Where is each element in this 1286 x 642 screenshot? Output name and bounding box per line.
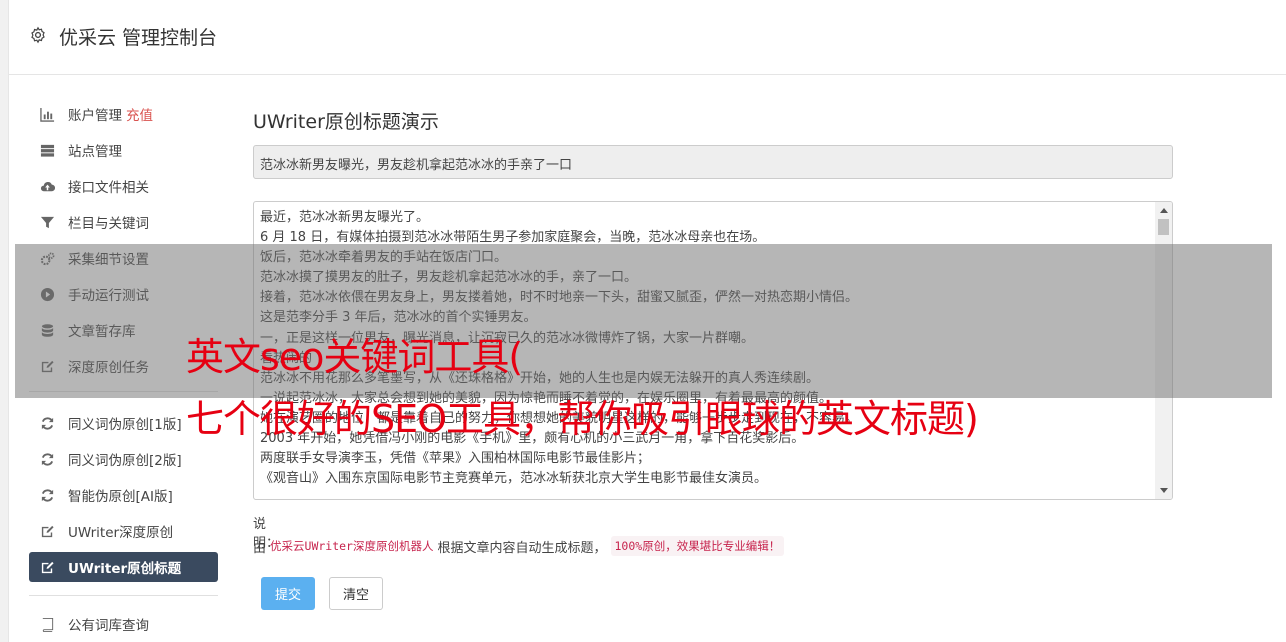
book-icon xyxy=(39,616,55,632)
refresh-icon xyxy=(39,487,55,503)
sidebar-item-label: 账户管理 xyxy=(68,108,122,124)
refresh-icon xyxy=(39,415,55,431)
sidebar-item-keywords[interactable]: 栏目与关键词 xyxy=(29,207,218,237)
sidebar-item-label: 同义词伪原创[1版] xyxy=(68,417,182,433)
watermark-line-1: 英文seo关键词工具( xyxy=(186,335,523,379)
server-icon xyxy=(39,142,55,158)
generated-title-field[interactable]: 范冰冰新男友曝光，男友趁机拿起范冰冰的手亲了一口 xyxy=(253,145,1173,179)
note-text: 由 优采云UWriter深度原创机器人 根据文章内容自动生成标题， 100%原创… xyxy=(253,536,785,556)
sidebar-item-interface[interactable]: 接口文件相关 xyxy=(29,171,218,201)
sidebar-item-label: 站点管理 xyxy=(68,144,122,160)
recharge-link[interactable]: 充值 xyxy=(126,104,153,124)
header: 优采云 管理控制台 xyxy=(9,0,1286,75)
sidebar-item-label: UWriter原创标题 xyxy=(68,561,182,577)
scroll-thumb[interactable] xyxy=(1158,219,1169,235)
sidebar-item-uwriter-title[interactable]: UWriter原创标题 xyxy=(29,552,218,582)
section-heading: UWriter原创标题演示 xyxy=(253,111,439,133)
note-highlight: 100%原创，效果堪比专业编辑！ xyxy=(610,536,785,556)
note-middle: 根据文章内容自动生成标题， xyxy=(437,540,607,556)
sidebar-item-public-lexicon[interactable]: 公有词库查询 xyxy=(29,609,218,639)
text-line: 最近，范冰冰新男友曝光了。 xyxy=(260,210,430,225)
clear-button[interactable]: 清空 xyxy=(329,577,383,610)
gear-icon xyxy=(31,26,45,44)
edit-icon xyxy=(39,523,55,539)
sidebar-item-ai-rewrite[interactable]: 智能伪原创[AI版] xyxy=(29,480,218,510)
filter-icon xyxy=(39,214,55,230)
sidebar-item-label: UWriter深度原创 xyxy=(68,525,174,541)
watermark-line-2: 七个很好的SEO工具，帮你吸引眼球的英文标题) xyxy=(186,397,979,441)
sidebar-item-label: 栏目与关键词 xyxy=(68,216,149,232)
refresh-icon xyxy=(39,451,55,467)
bar-chart-icon xyxy=(39,106,55,122)
sidebar-item-label: 同义词伪原创[2版] xyxy=(68,453,182,469)
scroll-up-arrow-icon[interactable] xyxy=(1160,208,1168,213)
cloud-upload-icon xyxy=(39,178,55,194)
sidebar-item-account[interactable]: 账户管理 充值 xyxy=(29,99,218,129)
edit-icon xyxy=(39,559,55,575)
sidebar-item-label: 智能伪原创[AI版] xyxy=(68,489,173,505)
note-prefix: 由 xyxy=(253,540,267,556)
page-title: 优采云 管理控制台 xyxy=(59,27,218,49)
text-line: 两度联手女导演李玉，凭借《苹果》入围柏林国际电影节最佳影片； xyxy=(260,451,651,467)
scroll-down-arrow-icon[interactable] xyxy=(1160,488,1168,493)
sidebar-item-label: 接口文件相关 xyxy=(68,180,149,196)
note-robot-name: 优采云UWriter深度原创机器人 xyxy=(270,539,434,553)
sidebar-item-uwriter-deep[interactable]: UWriter深度原创 xyxy=(29,516,218,546)
sidebar-divider xyxy=(29,595,218,596)
submit-button[interactable]: 提交 xyxy=(261,577,315,610)
sidebar-item-label: 公有词库查询 xyxy=(68,618,149,634)
sidebar-item-synonym-v2[interactable]: 同义词伪原创[2版] xyxy=(29,444,218,474)
text-line: 《观音山》入围东京国际电影节主竞赛单元，范冰冰斩获北京大学生电影节最佳女演员。 xyxy=(260,471,768,487)
sidebar-item-sites[interactable]: 站点管理 xyxy=(29,135,218,165)
